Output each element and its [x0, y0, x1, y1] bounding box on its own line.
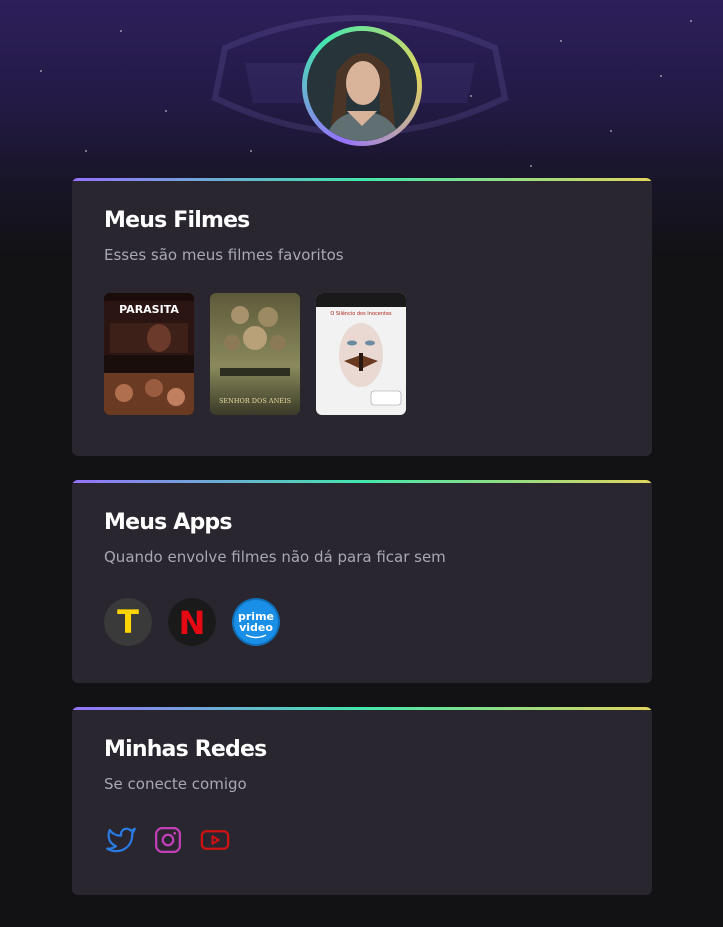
twitter-link[interactable]: [106, 825, 136, 855]
apps-card: Meus Apps Quando envolve filmes não dá p…: [72, 480, 652, 683]
tvtime-icon: T: [104, 598, 152, 646]
primevideo-app-button[interactable]: prime video: [232, 598, 280, 646]
movie-poster-senhor-dos-aneis[interactable]: SENHOR DOS ANÉIS: [210, 293, 300, 415]
social-subtitle: Se conecte comigo: [104, 775, 247, 793]
social-card: Minhas Redes Se conecte comigo: [72, 707, 652, 895]
svg-text:T: T: [117, 603, 139, 641]
apps-title: Meus Apps: [104, 510, 232, 535]
svg-text:video: video: [239, 621, 273, 634]
movies-subtitle: Esses são meus filmes favoritos: [104, 246, 344, 264]
avatar: [302, 26, 422, 146]
movies-card: Meus Filmes Esses são meus filmes favori…: [72, 178, 652, 456]
twitter-icon: [106, 827, 136, 853]
social-title: Minhas Redes: [104, 737, 267, 762]
movie-poster-silencio-dos-inocentes[interactable]: O Silêncio dos Inocentes: [316, 293, 406, 415]
primevideo-icon: prime video: [232, 598, 280, 646]
netflix-icon: N: [168, 598, 216, 646]
apps-subtitle: Quando envolve filmes não dá para ficar …: [104, 548, 446, 566]
netflix-app-button[interactable]: N: [168, 598, 216, 646]
instagram-icon: [155, 827, 181, 853]
svg-text:N: N: [179, 604, 206, 642]
poster-title: PARASITA: [119, 303, 179, 316]
tvtime-app-button[interactable]: T: [104, 598, 152, 646]
movie-poster-parasita[interactable]: PARASITA: [104, 293, 194, 415]
poster-title: SENHOR DOS ANÉIS: [219, 396, 291, 405]
youtube-icon: [200, 830, 230, 850]
avatar-photo: [307, 31, 417, 141]
instagram-link[interactable]: [153, 825, 183, 855]
movies-title: Meus Filmes: [104, 208, 250, 233]
poster-title: O Silêncio dos Inocentes: [330, 310, 392, 317]
youtube-link[interactable]: [200, 825, 230, 855]
